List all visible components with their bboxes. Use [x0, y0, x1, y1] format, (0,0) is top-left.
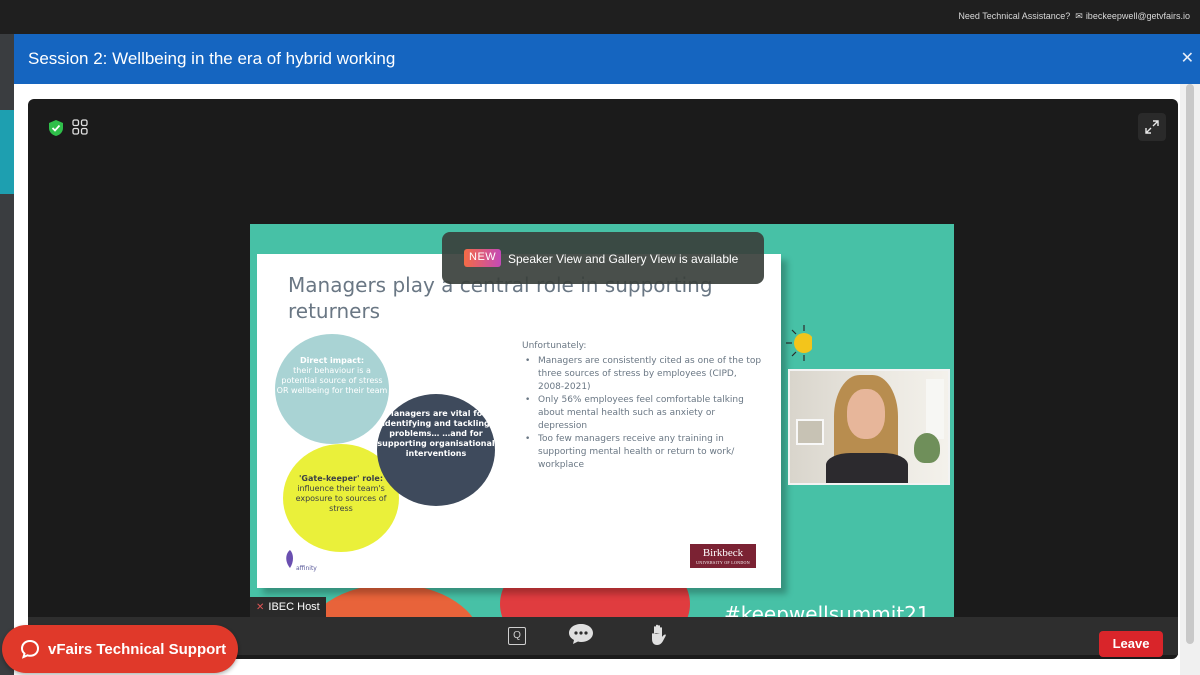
presentation-slide: Managers play a central role in supporti…: [257, 254, 781, 588]
fullscreen-button[interactable]: [1138, 113, 1166, 141]
raise-hand-icon[interactable]: [649, 623, 669, 647]
notice-message: Speaker View and Gallery View is availab…: [508, 252, 739, 266]
new-badge: NEW: [464, 249, 502, 267]
shield-check-icon: [49, 120, 63, 136]
sun-graphic-icon: [786, 325, 812, 361]
circle-managers: Managers are vital for identifying and t…: [377, 394, 495, 506]
close-icon[interactable]: ✕: [1181, 48, 1194, 68]
top-bar: Need Technical Assistance? ✉ ibeckeepwell@…: [0, 0, 1200, 34]
background-left: [0, 34, 14, 675]
mic-muted-icon: ✕: [256, 602, 265, 613]
circle-gatekeeper-text: influence their team's exposure to sourc…: [295, 484, 387, 513]
svg-text:affinity: affinity: [296, 565, 317, 572]
background-accent: [0, 110, 14, 194]
scrollbar-thumb[interactable]: [1186, 84, 1194, 644]
view-notice-toast: NEW Speaker View and Gallery View is ava…: [442, 232, 764, 284]
circle-direct-text: their behaviour is a potential source of…: [276, 366, 388, 395]
envelope-icon: ✉: [1075, 11, 1083, 21]
video-plant: [914, 433, 940, 463]
birkbeck-logo-text: Birkbeck: [702, 547, 744, 559]
technical-support-label: vFairs Technical Support: [48, 641, 227, 658]
bullets-intro: Unfortunately:: [522, 341, 587, 351]
speaker-video-thumbnail[interactable]: [788, 369, 950, 485]
birkbeck-logo-sub: UNIVERSITY OF LONDON: [696, 560, 750, 565]
modal-title: Session 2: Wellbeing in the era of hybri…: [28, 49, 396, 68]
video-wall-picture: [796, 419, 824, 445]
decorative-shape-orange: [302, 584, 482, 619]
support-email[interactable]: ibeckeepwell@getvfairs.io: [1086, 11, 1190, 21]
slide-bullets: Unfortunately: Managers are consistently…: [522, 340, 762, 472]
expand-icon: [1145, 120, 1159, 134]
technical-assistance[interactable]: Need Technical Assistance? ✉ ibeckeepwell@…: [958, 11, 1190, 22]
bullet-item: Only 56% employees feel comfortable talk…: [522, 394, 762, 433]
speaker-face: [847, 389, 885, 439]
leave-button[interactable]: Leave: [1099, 631, 1163, 657]
circle-direct-heading: Direct impact:: [299, 356, 365, 365]
scrollbar[interactable]: [1180, 84, 1200, 675]
gallery-grid-icon[interactable]: [72, 119, 88, 135]
circle-gatekeeper-heading: 'Gate-keeper' role:: [298, 474, 384, 483]
chat-bubble-icon: [20, 639, 40, 659]
birkbeck-logo: Birkbeck UNIVERSITY OF LONDON: [690, 544, 756, 568]
video-player[interactable]: Managers play a central role in supporti…: [28, 99, 1178, 659]
circle-direct-impact: Direct impact: their behaviour is a pote…: [275, 334, 389, 444]
chat-icon[interactable]: [568, 623, 594, 645]
qa-button[interactable]: Q: [508, 627, 526, 645]
host-name-label: ✕ IBEC Host: [250, 597, 326, 617]
modal-header: Session 2: Wellbeing in the era of hybri…: [14, 34, 1200, 84]
bullet-list: Managers are consistently cited as one o…: [522, 355, 762, 472]
video-window: [926, 379, 944, 439]
circle-managers-text: Managers are vital for identifying and t…: [377, 409, 495, 458]
bullet-item: Managers are consistently cited as one o…: [522, 355, 762, 394]
bullet-item: Too few managers receive any training in…: [522, 433, 762, 472]
assistance-label: Need Technical Assistance?: [958, 11, 1071, 21]
affinity-logo: affinity: [286, 550, 317, 572]
technical-support-button[interactable]: vFairs Technical Support: [2, 625, 238, 673]
host-name: IBEC Host: [268, 601, 320, 613]
session-modal: Session 2: Wellbeing in the era of hybri…: [14, 34, 1200, 675]
speaker-body: [826, 453, 908, 483]
